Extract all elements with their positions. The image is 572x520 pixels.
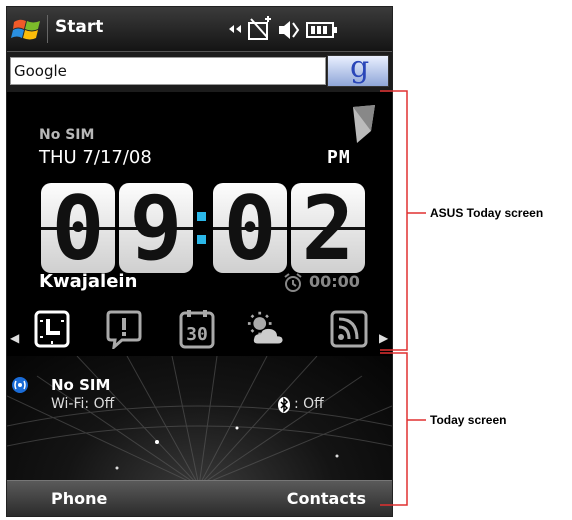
notification-icon[interactable] [104,309,144,349]
google-search-input[interactable]: Google [10,57,326,85]
scroll-left-arrow-icon[interactable]: ◀ [10,331,19,345]
google-search-bar: Google g [7,50,392,92]
volume-icon [279,21,300,39]
wireless-icon[interactable] [11,376,29,394]
title-separator [47,15,48,43]
sim-status: No SIM [39,127,95,143]
contacts-softkey[interactable]: Contacts [287,489,366,508]
today-background [7,356,392,480]
device-screen: Start Google g No SIM THU 7/17/08 PM 0 9… [6,6,393,517]
scroll-right-arrow-icon[interactable]: ▶ [379,331,388,345]
asus-today-callout: ASUS Today screen [430,206,544,220]
softkey-bar: Phone Contacts [7,480,392,516]
no-signal-icon [248,16,271,40]
svg-text:30: 30 [186,324,208,345]
time-colon [197,206,207,250]
ampm-label: PM [327,147,351,168]
asus-today-panel: No SIM THU 7/17/08 PM 0 9 0 2 Kwajalein … [7,93,392,355]
alarm-clock-icon[interactable] [283,273,303,293]
hour-tens-digit[interactable]: 0 [41,183,115,273]
title-bar: Start [7,7,392,52]
minute-ones-digit[interactable]: 2 [291,183,365,273]
today-status-title[interactable]: No SIM [51,376,110,394]
clock-icon[interactable] [32,309,72,349]
date-label: THU 7/17/08 [39,147,152,168]
calendar-icon[interactable]: 30 [177,309,217,349]
battery-icon [306,22,337,38]
connectivity-icon [229,25,241,33]
windows-start-icon[interactable] [11,13,43,45]
rss-icon[interactable] [329,309,369,349]
status-icons[interactable] [227,15,347,43]
google-g-icon: g [350,50,370,85]
weather-icon[interactable] [247,309,287,349]
bluetooth-status[interactable]: : Off [294,396,324,412]
bluetooth-icon[interactable] [277,397,291,413]
flag-icon[interactable] [351,105,377,145]
hour-ones-digit[interactable]: 9 [119,183,193,273]
today-callout: Today screen [430,413,507,427]
google-search-button[interactable]: g [327,50,389,87]
alarm-time[interactable]: 00:00 [309,272,360,291]
wifi-status[interactable]: Wi-Fi: Off [51,396,114,412]
start-title[interactable]: Start [55,17,103,37]
minute-tens-digit[interactable]: 0 [213,183,287,273]
city-label[interactable]: Kwajalein [39,271,137,292]
phone-softkey[interactable]: Phone [51,489,107,508]
today-panel: No SIM Wi-Fi: Off : Off [7,356,392,480]
